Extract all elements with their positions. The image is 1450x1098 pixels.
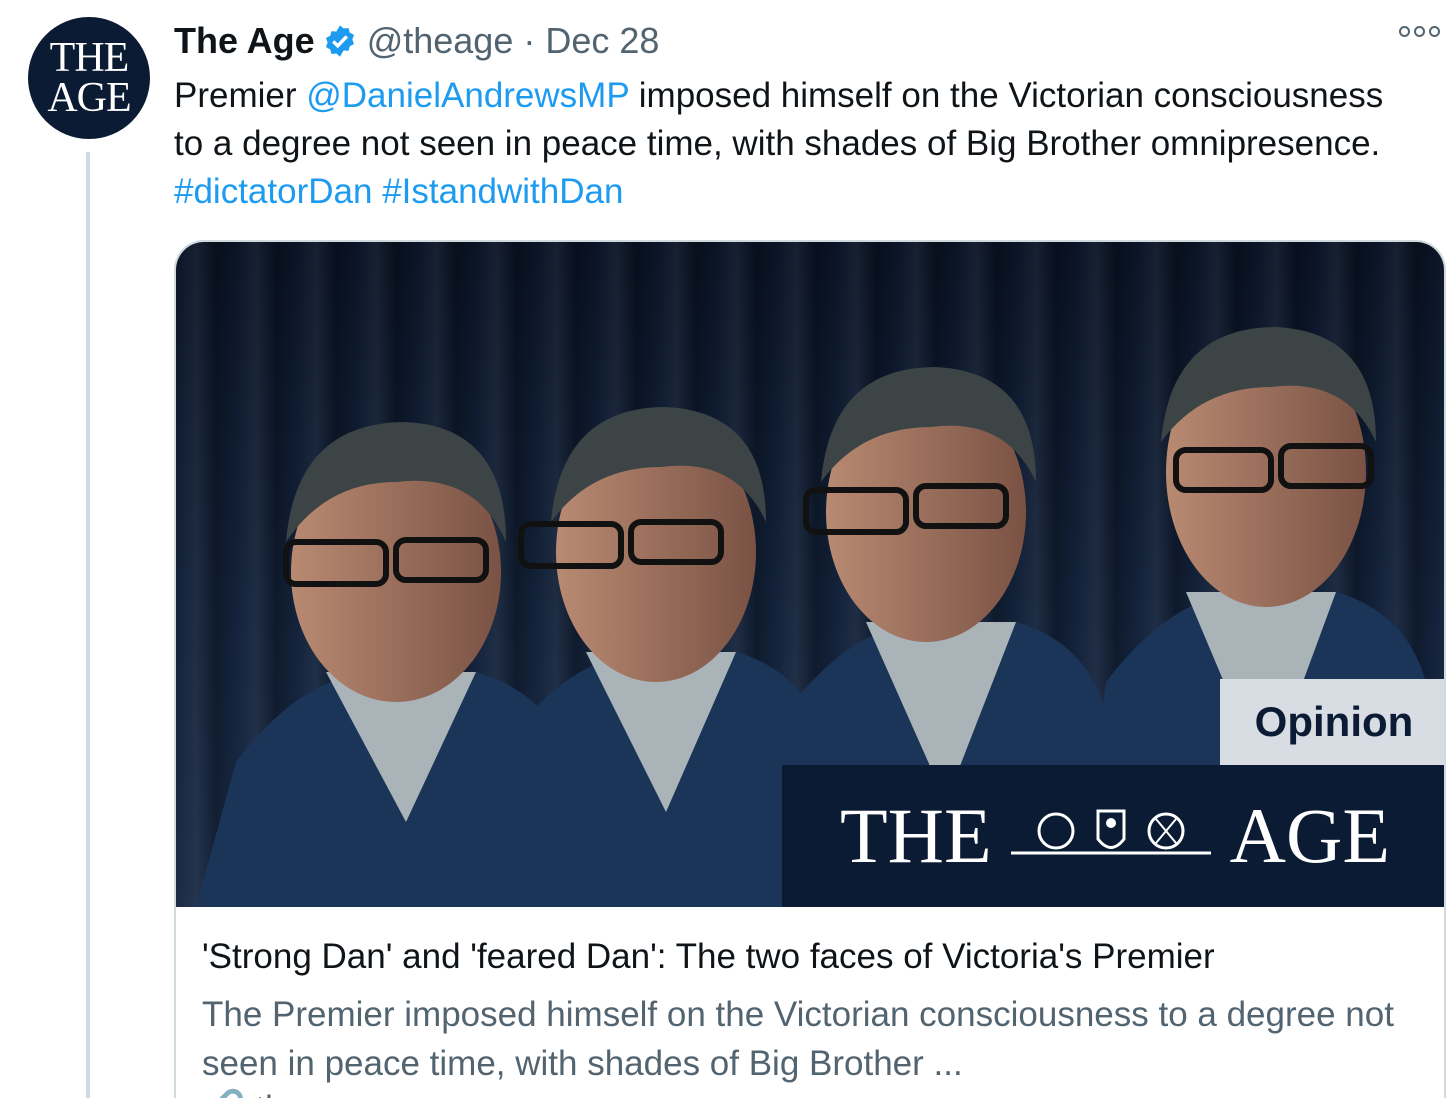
hashtag-istandwithdan[interactable]: #IstandwithDan — [382, 172, 623, 211]
more-options-icon[interactable] — [1399, 26, 1440, 37]
verified-badge-icon — [323, 24, 357, 58]
avatar-text-age: AGE — [47, 75, 131, 121]
handle[interactable]: @theage — [367, 20, 514, 62]
display-name[interactable]: The Age — [174, 20, 315, 62]
card-image[interactable]: Opinion THE AGE — [176, 242, 1444, 907]
opinion-badge: Opinion — [1220, 679, 1444, 765]
card-title[interactable]: 'Strong Dan' and 'feared Dan': The two f… — [202, 937, 1215, 977]
the-age-masthead-logo: THE AGE — [782, 765, 1444, 907]
mention-link[interactable]: @DanielAndrewsMP — [306, 76, 629, 115]
tweet-text: Premier @DanielAndrewsMP imposed himself… — [174, 72, 1414, 216]
tweet-text-intro: Premier — [174, 76, 307, 115]
tweet-date[interactable]: Dec 28 — [545, 20, 659, 62]
card-domain[interactable]: 🔗 theage.com.au — [202, 1088, 487, 1098]
coat-of-arms-icon — [1010, 809, 1211, 855]
link-preview-card[interactable]: Opinion THE AGE 'Strong Dan' and 'feared… — [174, 240, 1446, 1098]
hashtag-dictatordan[interactable]: #dictatorDan — [174, 172, 372, 211]
thread-line — [86, 152, 90, 1098]
masthead-age: AGE — [1229, 792, 1390, 879]
separator-dot: · — [523, 20, 536, 61]
avatar[interactable]: THE AGE — [28, 17, 150, 139]
avatar-text-the: THE — [49, 35, 130, 81]
masthead-the: THE — [840, 792, 992, 879]
card-description: The Premier imposed himself on the Victo… — [202, 995, 1394, 1083]
tweet-header: The Age @theage · Dec 28 — [174, 18, 659, 64]
